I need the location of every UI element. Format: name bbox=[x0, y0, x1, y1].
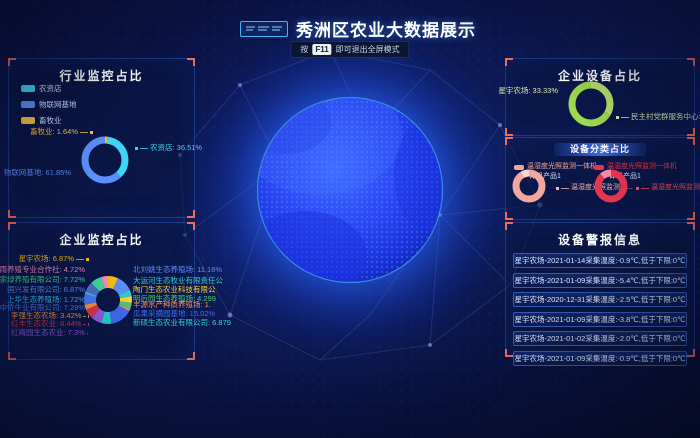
pie-callout-label: 温湿度光照监测一... bbox=[636, 184, 700, 192]
alarm-list: 星宇农场-2021-01-14采集温度:-0.9℃,低于下限:0℃ 星宇农场-20… bbox=[506, 253, 694, 366]
pie-callout-label: 民主村党群服务中心: bbox=[616, 113, 700, 121]
corner-decoration bbox=[505, 349, 513, 357]
alarm-row: 星宇农场-2021-01-09采集温度:-5.4℃,低于下限:0℃ bbox=[513, 273, 687, 288]
legend-item[interactable]: 物联网基地 bbox=[21, 99, 77, 110]
corner-decoration bbox=[687, 212, 695, 220]
globe-visualization bbox=[200, 40, 500, 340]
hint-prefix: 按 bbox=[300, 44, 308, 55]
legend-swatch bbox=[21, 117, 35, 124]
corner-decoration bbox=[687, 137, 695, 145]
corner-decoration bbox=[687, 222, 695, 230]
corner-decoration bbox=[687, 349, 695, 357]
device-category-right-donut[interactable] bbox=[591, 166, 631, 206]
pie-callout-label: 物联网基地: 61.85% bbox=[11, 169, 75, 177]
industry-chart-legend: 农资店物联网基地畜牧业 bbox=[21, 83, 77, 126]
enterprise-monitor-pie-chart[interactable] bbox=[76, 268, 140, 332]
corner-decoration bbox=[187, 210, 195, 218]
legend-label: 农资店 bbox=[39, 83, 62, 94]
legend-item[interactable]: 农资店 bbox=[21, 83, 77, 94]
panel-title-alarms: 设备警报信息 bbox=[506, 223, 694, 248]
alarm-row: 星宇农场-2020-12-31采集温度:-2.5℃,低于下限:0℃ bbox=[513, 292, 687, 307]
alarm-row: 星宇农场-2021-01-09采集温度:-3.8℃,低于下限:0℃ bbox=[513, 312, 687, 327]
brand-logo-glyphs bbox=[245, 25, 283, 33]
corner-decoration bbox=[505, 128, 513, 136]
legend-label: 物联网基地 bbox=[39, 99, 77, 110]
corner-decoration bbox=[505, 58, 513, 66]
brand-logo bbox=[240, 21, 288, 37]
corner-decoration bbox=[505, 212, 513, 220]
legend-item[interactable]: 畜牧业 bbox=[21, 115, 77, 126]
corner-decoration bbox=[505, 137, 513, 145]
pie-callout-label: 星宇农场: 6.87% bbox=[11, 255, 89, 263]
panel-enterprise-monitor: 企业监控占比 星宇农场: 6.87%彩虹雨养殖专业合作社: 4.72%家绿养殖有… bbox=[8, 222, 195, 360]
industry-donut-chart[interactable] bbox=[73, 128, 137, 192]
panel-enterprise-device: 企业设备占比 星宇农场: 33.33% 民主村党群服务中心: bbox=[505, 58, 695, 136]
pie-callout-label: 农资店: 36.51% bbox=[135, 144, 202, 152]
corner-decoration bbox=[687, 128, 695, 136]
device-category-left-donut[interactable] bbox=[509, 166, 549, 206]
panel-device-alarms: 设备警报信息 星宇农场-2021-01-14采集温度:-0.9℃,低于下限:0℃… bbox=[505, 222, 695, 357]
fullscreen-hint: 按 F11 即可退出全屏模式 bbox=[290, 41, 409, 58]
title-row: 秀洲区农业大数据展示 bbox=[8, 16, 700, 41]
panel-title-industry: 行业监控占比 bbox=[9, 59, 194, 84]
panel-industry-monitor: 行业监控占比 农资店物联网基地畜牧业 畜牧业: 1.64% 农资店: 36.51… bbox=[8, 58, 195, 218]
legend-swatch bbox=[21, 85, 35, 92]
alarm-row: 星宇农场-2021-01-02采集温度:-2.0℃,低于下限:0℃ bbox=[513, 331, 687, 346]
panel-title-device-category: 设备分类占比 bbox=[554, 143, 646, 156]
panel-device-category: 设备分类占比 温湿度光照监测一体机 一体机产品1 温湿度光照监测一... 温湿度… bbox=[505, 137, 695, 220]
header: 秀洲区农业大数据展示 按 F11 即可退出全屏模式 bbox=[0, 0, 700, 56]
corner-decoration bbox=[8, 58, 16, 66]
page-title: 秀洲区农业大数据展示 bbox=[296, 16, 476, 41]
f11-key: F11 bbox=[312, 44, 331, 55]
corner-decoration bbox=[187, 58, 195, 66]
corner-decoration bbox=[687, 58, 695, 66]
alarm-row: 星宇农场-2021-01-14采集温度:-0.9℃,低于下限:0℃ bbox=[513, 253, 687, 268]
legend-label: 畜牧业 bbox=[39, 115, 62, 126]
enterprise-device-donut-chart[interactable] bbox=[563, 76, 619, 132]
pie-callout-label: 星宇农场: 33.33% bbox=[508, 87, 562, 95]
alarm-row: 星宇农场-2021-01-09采集温度:-0.9℃,低于下限:0℃ bbox=[513, 351, 687, 366]
corner-decoration bbox=[8, 210, 16, 218]
corner-decoration bbox=[505, 222, 513, 230]
hint-suffix: 即可退出全屏模式 bbox=[336, 44, 400, 55]
dashboard-root: 秀洲区农业大数据展示 按 F11 即可退出全屏模式 行业监控占比 农资店物联网基… bbox=[0, 0, 700, 438]
legend-swatch bbox=[21, 101, 35, 108]
